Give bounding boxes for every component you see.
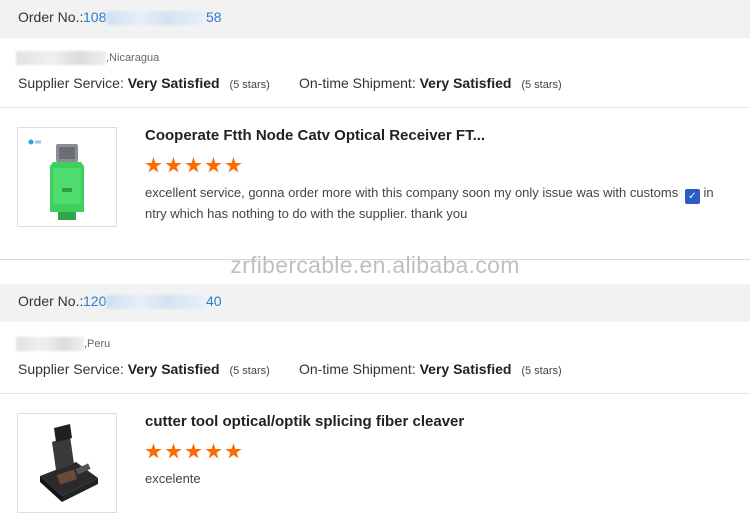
shipment-rating: On-time Shipment: Very Satisfied (5 star… bbox=[299, 75, 562, 91]
order-number-suffix[interactable]: 40 bbox=[206, 293, 222, 309]
watermark: zrfibercable.en.alibaba.com bbox=[230, 252, 520, 278]
order-number-link[interactable]: 108 bbox=[83, 9, 106, 25]
order-number-link[interactable]: 120 bbox=[83, 293, 106, 309]
review-stars bbox=[145, 157, 242, 174]
optical-receiver-icon bbox=[28, 139, 84, 220]
star-icon bbox=[165, 443, 182, 459]
supplier-service-label: Supplier Service: bbox=[18, 75, 124, 91]
supplier-service-stars: (5 stars) bbox=[229, 79, 270, 91]
flag-icon: ✓ bbox=[684, 189, 700, 204]
star-icon bbox=[205, 157, 222, 173]
product-thumbnail[interactable] bbox=[17, 413, 117, 513]
product-thumbnail[interactable] bbox=[17, 127, 117, 227]
buyer-info-2: ,Peru Supplier Service: Very Satisfied (… bbox=[0, 324, 750, 394]
shipment-rating: On-time Shipment: Very Satisfied (5 star… bbox=[299, 361, 562, 377]
order-header-1: Order No.: 108 58 bbox=[0, 0, 750, 38]
review-line-1: excellent service, gonna order more with… bbox=[145, 185, 679, 200]
order-number-redaction bbox=[106, 11, 206, 25]
review-text: excellent service, gonna order more with… bbox=[145, 183, 750, 223]
buyer-name-redaction bbox=[16, 51, 106, 65]
buyer-info-1: ,Nicaragua Supplier Service: Very Satisf… bbox=[0, 38, 750, 108]
shipment-value: Very Satisfied bbox=[419, 361, 512, 377]
shipment-stars: (5 stars) bbox=[521, 365, 562, 377]
order-number-label: Order No.: bbox=[18, 293, 84, 309]
shipment-label: On-time Shipment: bbox=[299, 361, 416, 377]
supplier-service-value: Very Satisfied bbox=[127, 361, 220, 377]
shipment-label: On-time Shipment: bbox=[299, 75, 416, 91]
supplier-service-rating: Supplier Service: Very Satisfied (5 star… bbox=[18, 75, 270, 91]
supplier-service-value: Very Satisfied bbox=[127, 75, 220, 91]
review-line-1-end: in bbox=[703, 185, 714, 200]
buyer-country: ,Nicaragua bbox=[106, 52, 160, 64]
buyer-country: ,Peru bbox=[84, 338, 111, 350]
review-text: excelente bbox=[145, 469, 750, 488]
star-icon bbox=[225, 157, 242, 173]
supplier-service-stars: (5 stars) bbox=[229, 365, 270, 377]
product-title[interactable]: cutter tool optical/optik splicing fiber… bbox=[145, 413, 464, 430]
star-icon bbox=[205, 443, 222, 459]
order-number-redaction bbox=[106, 295, 206, 309]
shipment-stars: (5 stars) bbox=[521, 79, 562, 91]
review-stars bbox=[145, 443, 242, 460]
order-number-suffix[interactable]: 58 bbox=[206, 9, 222, 25]
buyer-name-redaction bbox=[16, 337, 84, 351]
order-number-label: Order No.: bbox=[18, 9, 84, 25]
supplier-service-label: Supplier Service: bbox=[18, 361, 124, 377]
star-icon bbox=[145, 157, 162, 173]
review-line-2: ntry which has nothing to do with the su… bbox=[145, 206, 468, 221]
star-icon bbox=[165, 157, 182, 173]
shipment-value: Very Satisfied bbox=[419, 75, 512, 91]
review-line-1: excelente bbox=[145, 471, 201, 486]
star-icon bbox=[185, 443, 202, 459]
star-icon bbox=[185, 157, 202, 173]
product-title[interactable]: Cooperate Ftth Node Catv Optical Receive… bbox=[145, 127, 485, 144]
order-header-2: Order No.: 120 40 bbox=[0, 284, 750, 322]
star-icon bbox=[145, 443, 162, 459]
fiber-cleaver-icon bbox=[40, 424, 98, 502]
star-icon bbox=[225, 443, 242, 459]
supplier-service-rating: Supplier Service: Very Satisfied (5 star… bbox=[18, 361, 270, 377]
